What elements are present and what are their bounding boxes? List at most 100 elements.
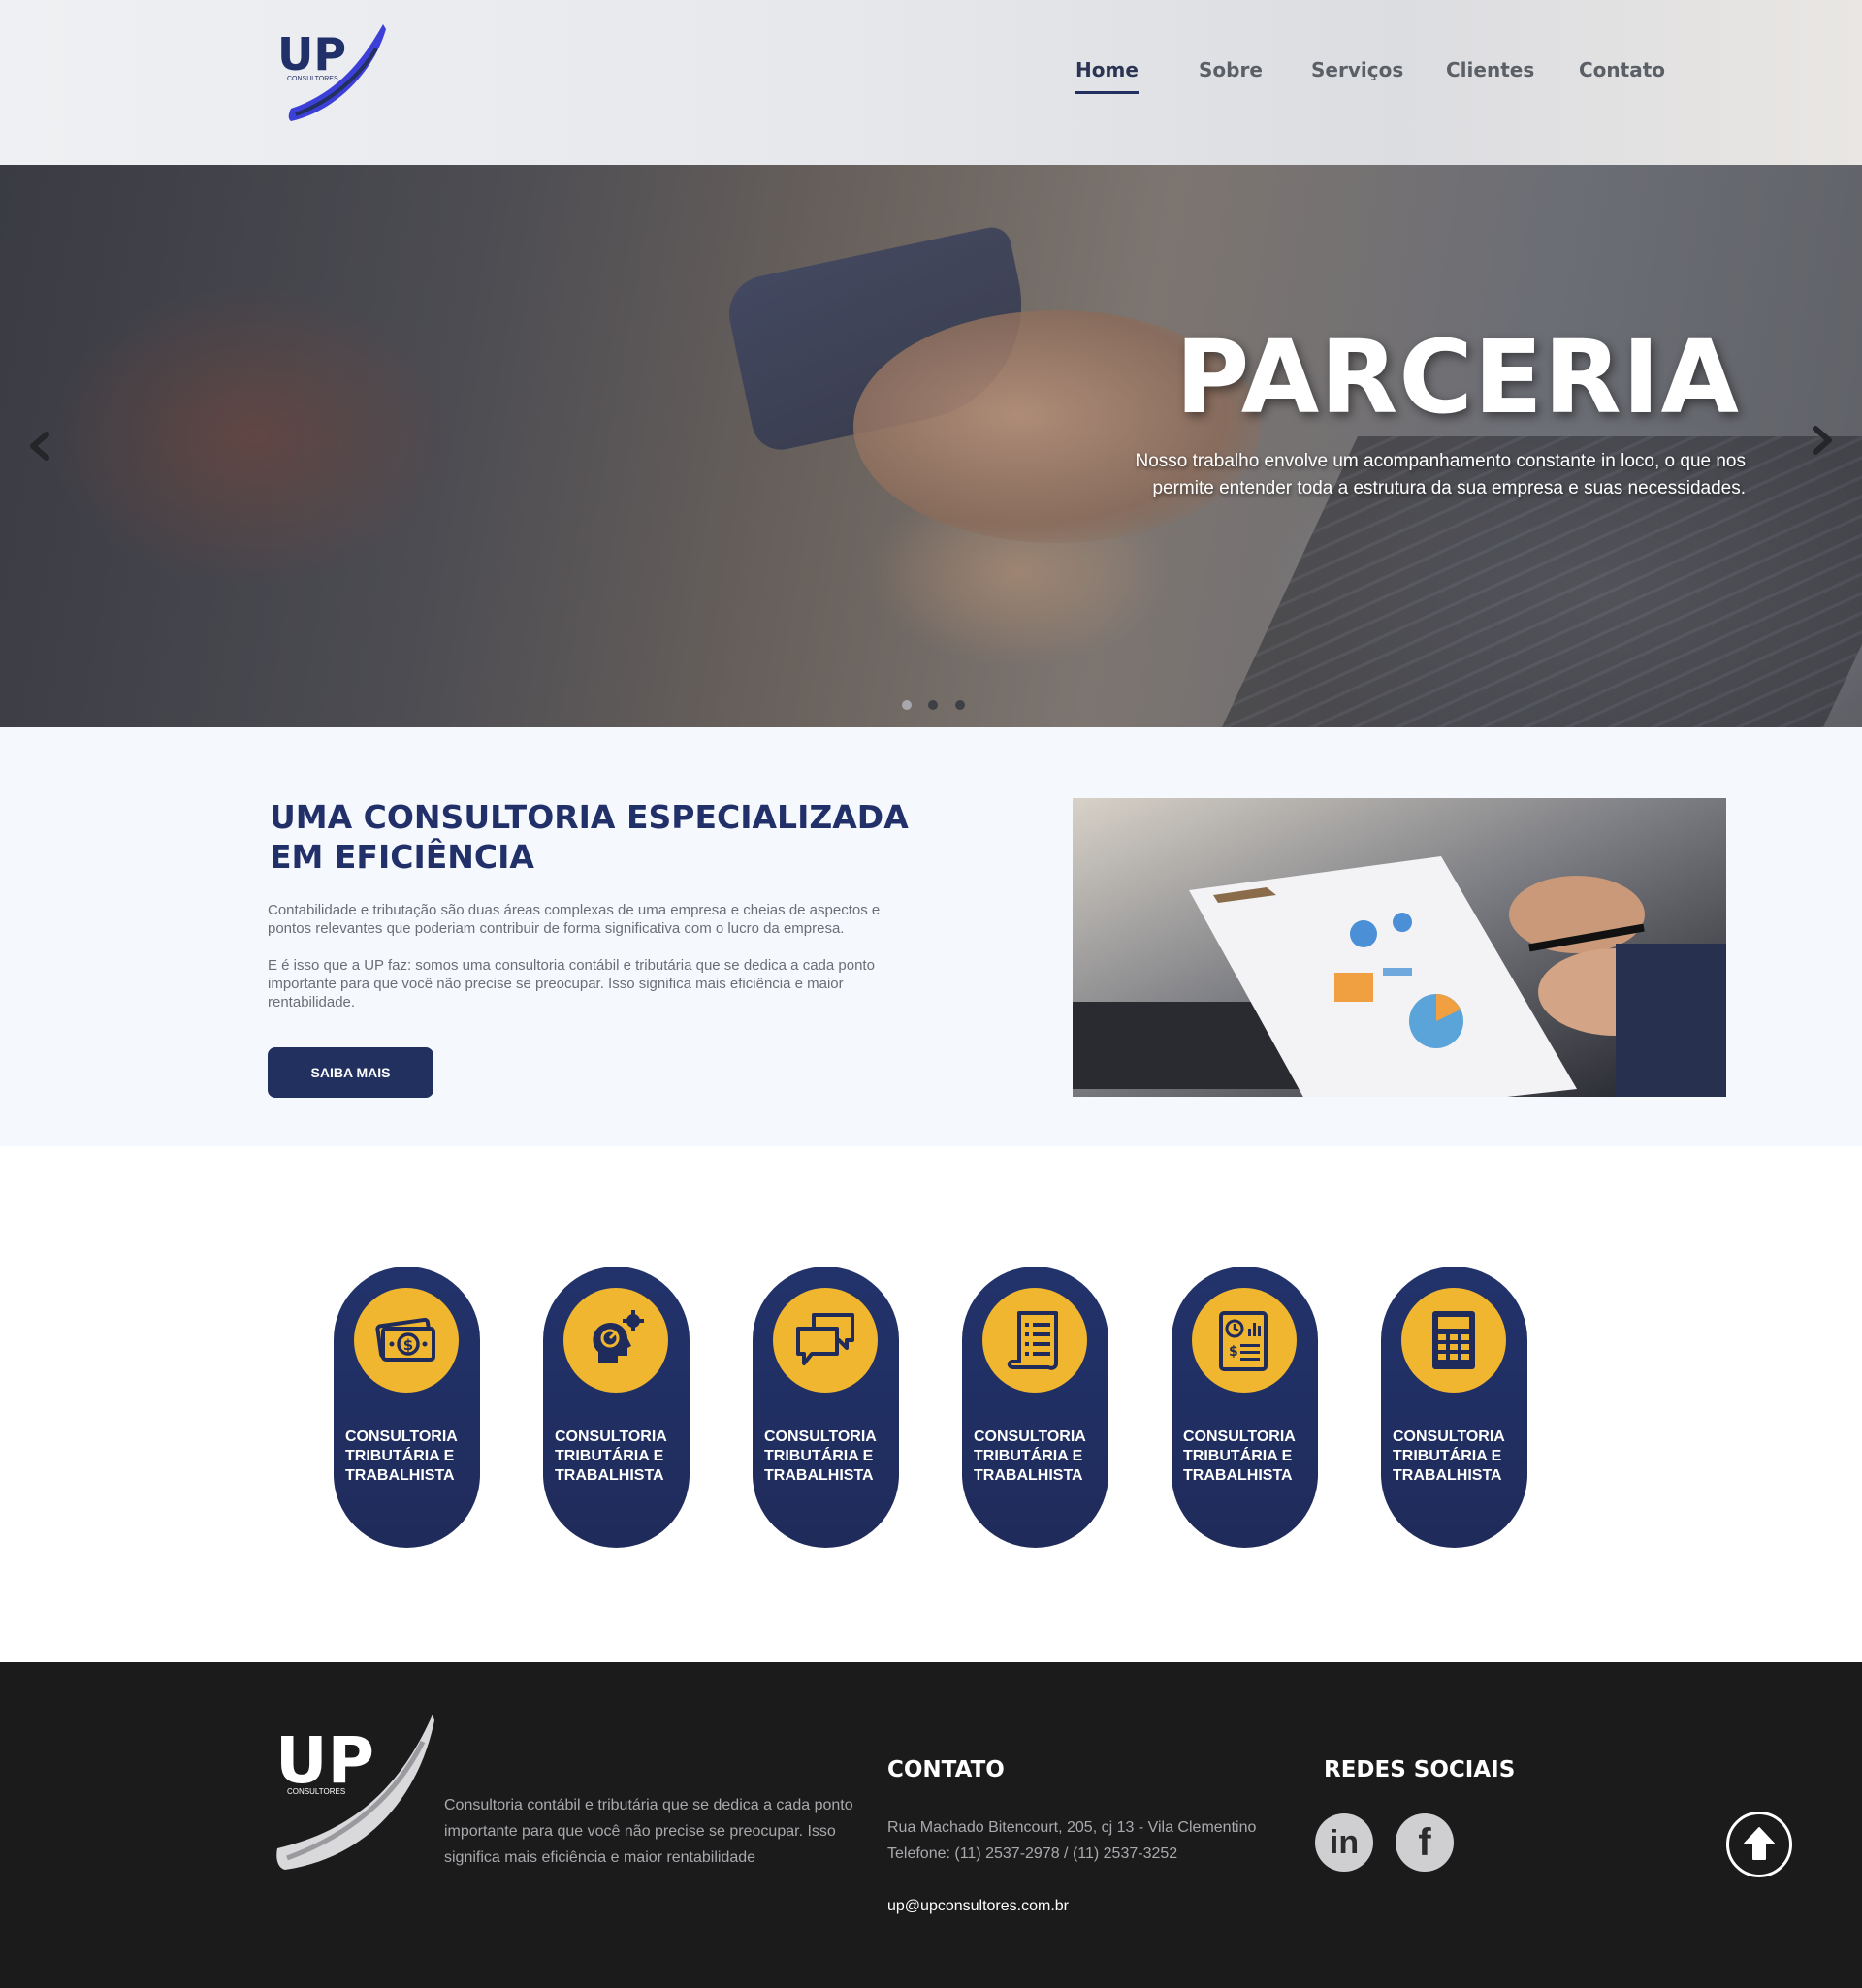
slider-prev-button[interactable]	[21, 427, 60, 465]
linkedin-icon: in	[1329, 1824, 1360, 1861]
facebook-icon: f	[1418, 1821, 1431, 1864]
footer-description: Consultoria contábil e tributária que se…	[444, 1792, 861, 1871]
site-header: UP CONSULTORES Home Sobre Serviços Clien…	[0, 0, 1862, 165]
business-meeting-illustration	[1073, 798, 1726, 1097]
nav-clientes[interactable]: Clientes	[1446, 58, 1534, 81]
nav-servicos[interactable]: Serviços	[1311, 58, 1403, 81]
service-label-line: TRIBUTÁRIA E	[764, 1448, 874, 1464]
service-label-line: TRABALHISTA	[345, 1467, 455, 1484]
linkedin-button[interactable]: in	[1315, 1813, 1373, 1872]
about-paragraph-line: E é isso que a UP faz: somos uma consult…	[268, 957, 875, 974]
footer-contact-title: CONTATO	[887, 1757, 1005, 1782]
service-label-line: TRABALHISTA	[1183, 1467, 1293, 1484]
nav-clientes-label: Clientes	[1446, 58, 1535, 81]
service-icon-circle	[563, 1288, 668, 1393]
service-icon-circle	[1401, 1288, 1506, 1393]
svg-text:$: $	[403, 1336, 413, 1354]
service-card-3[interactable]: CONSULTORIA TRIBUTÁRIA E TRABALHISTA	[753, 1267, 899, 1548]
footer-logo-subtext: CONSULTORES	[287, 1787, 345, 1796]
service-label-line: TRIBUTÁRIA E	[1393, 1448, 1502, 1464]
service-icon-circle: $	[1192, 1288, 1297, 1393]
slider-dot-2[interactable]	[928, 700, 939, 710]
service-label-line: CONSULTORIA	[974, 1428, 1086, 1445]
site-footer: UP CONSULTORES Consultoria contábil e tr…	[0, 1662, 1862, 1988]
footer-description-line: importante para que você não precise se …	[444, 1823, 836, 1840]
service-card-2[interactable]: CONSULTORIA TRIBUTÁRIA E TRABALHISTA	[543, 1267, 690, 1548]
service-label-line: TRABALHISTA	[555, 1467, 664, 1484]
nav-sobre-label: Sobre	[1199, 58, 1263, 81]
service-label-line: CONSULTORIA	[1393, 1428, 1505, 1445]
footer-logo[interactable]: UP CONSULTORES	[268, 1713, 437, 1879]
about-section: UMA CONSULTORIA ESPECIALIZADA EM EFICIÊN…	[0, 727, 1862, 1146]
footer-logo-mark: UP CONSULTORES	[275, 1715, 434, 1870]
facebook-button[interactable]: f	[1396, 1813, 1454, 1872]
service-label-line: CONSULTORIA	[345, 1428, 458, 1445]
service-card-1[interactable]: $ CONSULTORIA TRIBUTÁRIA E TRABALHISTA	[334, 1267, 480, 1548]
footer-address: Rua Machado Bitencourt, 205, cj 13 - Vil…	[887, 1819, 1257, 1836]
about-paragraph-1: Contabilidade e tributação são duas área…	[268, 901, 927, 938]
footer-description-line: Consultoria contábil e tributária que se…	[444, 1797, 853, 1813]
service-label-line: TRABALHISTA	[764, 1467, 874, 1484]
nav-contato[interactable]: Contato	[1579, 58, 1665, 81]
service-card-6[interactable]: CONSULTORIA TRIBUTÁRIA E TRABALHISTA	[1381, 1267, 1527, 1548]
hero-text: Nosso trabalho envolve um acompanhamento…	[1067, 448, 1746, 502]
service-card-5[interactable]: $ CONSULTORIA TRIBUTÁRIA E TRABALHISTA	[1172, 1267, 1318, 1548]
service-label-line: TRIBUTÁRIA E	[555, 1448, 664, 1464]
service-label-line: CONSULTORIA	[555, 1428, 667, 1445]
about-title: UMA CONSULTORIA ESPECIALIZADA EM EFICIÊN…	[270, 797, 948, 877]
chevron-left-icon	[30, 432, 49, 461]
calculator-icon	[1432, 1311, 1475, 1369]
service-icon-circle: $	[354, 1288, 459, 1393]
slider-dot-1[interactable]	[902, 700, 912, 710]
service-card-4[interactable]: CONSULTORIA TRIBUTÁRIA E TRABALHISTA	[962, 1267, 1108, 1548]
service-icon-circle	[773, 1288, 878, 1393]
hero-text-line: Nosso trabalho envolve um acompanhamento…	[1135, 451, 1746, 471]
service-label: CONSULTORIA TRIBUTÁRIA E TRABALHISTA	[1393, 1427, 1524, 1486]
about-paragraph-line: rentabilidade.	[268, 994, 356, 1010]
svg-text:$: $	[1229, 1344, 1238, 1360]
service-label-line: TRIBUTÁRIA E	[345, 1448, 455, 1464]
service-label: CONSULTORIA TRIBUTÁRIA E TRABALHISTA	[555, 1427, 686, 1486]
service-label-line: TRABALHISTA	[1393, 1467, 1502, 1484]
service-label: CONSULTORIA TRIBUTÁRIA E TRABALHISTA	[345, 1427, 476, 1486]
footer-description-line: significa mais eficiência e maior rentab…	[444, 1849, 756, 1866]
head-gear-icon	[593, 1310, 644, 1363]
footer-phone: Telefone: (11) 2537-2978 / (11) 2537-325…	[887, 1845, 1178, 1862]
slider-dots	[902, 697, 978, 710]
service-label-line: TRABALHISTA	[974, 1467, 1083, 1484]
service-label: CONSULTORIA TRIBUTÁRIA E TRABALHISTA	[764, 1427, 895, 1486]
service-label-line: TRIBUTÁRIA E	[974, 1448, 1083, 1464]
nav-active-underline	[1075, 91, 1139, 94]
back-to-top-button[interactable]	[1726, 1812, 1792, 1877]
chevron-right-icon	[1813, 426, 1832, 455]
about-image	[1073, 798, 1726, 1097]
service-label: CONSULTORIA TRIBUTÁRIA E TRABALHISTA	[1183, 1427, 1314, 1486]
about-paragraph-line: Contabilidade e tributação são duas área…	[268, 902, 881, 918]
nav-home-label: Home	[1075, 58, 1139, 81]
service-label-line: CONSULTORIA	[1183, 1428, 1296, 1445]
hero-title: PARCERIA	[1175, 318, 1740, 436]
hero-slider: PARCERIA Nosso trabalho envolve um acomp…	[0, 165, 1862, 727]
document-list-icon	[1007, 1311, 1058, 1370]
about-paragraph-line: importante para que você não precise se …	[268, 976, 844, 992]
nav-sobre[interactable]: Sobre	[1199, 58, 1263, 81]
hero-text-line: permite entender toda a estrutura da sua…	[1152, 478, 1746, 498]
services-section: $ CONSULTORIA TRIBUTÁRIA E TRABALHISTA C…	[0, 1146, 1862, 1662]
slider-dot-3[interactable]	[954, 700, 965, 710]
service-label: CONSULTORIA TRIBUTÁRIA E TRABALHISTA	[974, 1427, 1105, 1486]
chat-bubbles-icon	[796, 1313, 854, 1365]
money-icon: $	[375, 1317, 435, 1362]
about-title-line: EM EFICIÊNCIA	[270, 838, 534, 876]
nav-home[interactable]: Home	[1075, 58, 1139, 94]
footer-social-title: REDES SOCIAIS	[1324, 1757, 1516, 1782]
saiba-mais-button[interactable]: SAIBA MAIS	[268, 1047, 433, 1098]
report-chart-icon: $	[1219, 1311, 1268, 1371]
slider-next-button[interactable]	[1802, 421, 1841, 460]
about-paragraph-2: E é isso que a UP faz: somos uma consult…	[268, 956, 927, 1011]
about-title-line: UMA CONSULTORIA ESPECIALIZADA	[270, 798, 909, 836]
arrow-up-icon	[1744, 1827, 1775, 1860]
nav-contato-label: Contato	[1579, 58, 1666, 81]
footer-email-link[interactable]: up@upconsultores.com.br	[887, 1893, 1069, 1919]
nav-servicos-label: Serviços	[1311, 58, 1404, 81]
about-paragraph-line: pontos relevantes que poderiam contribui…	[268, 920, 845, 937]
